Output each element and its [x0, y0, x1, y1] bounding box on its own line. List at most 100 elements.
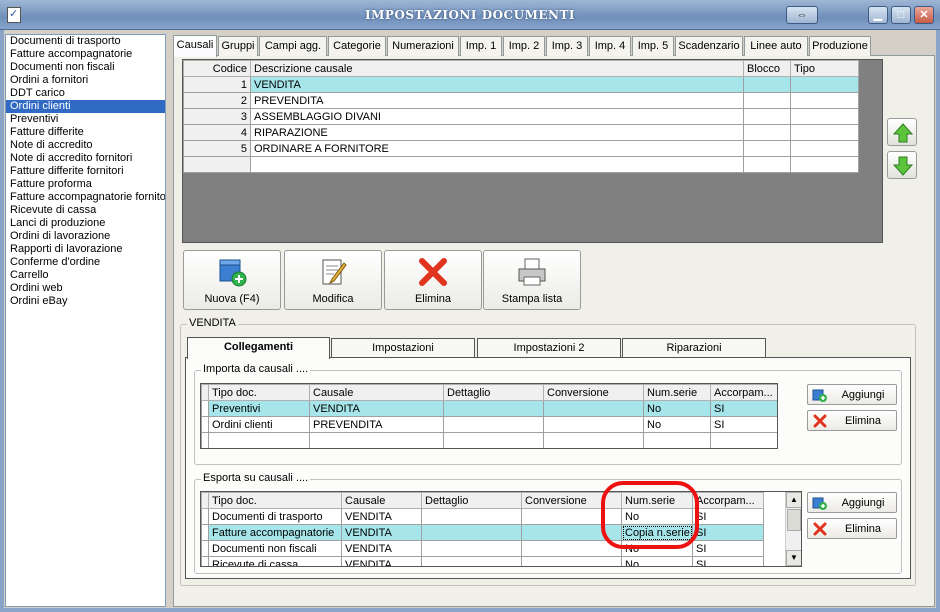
- esporta-cell-accorpam[interactable]: SI: [692, 508, 764, 525]
- tab-scadenzario[interactable]: Scadenzario: [675, 36, 743, 56]
- importa-cell-tipo[interactable]: Preventivi: [208, 400, 310, 417]
- esporta-scrollbar[interactable]: ▲ ▼: [785, 492, 801, 566]
- esporta-cell-dettaglio[interactable]: [421, 540, 522, 557]
- esporta-cell-dettaglio[interactable]: [421, 524, 522, 541]
- doc-list-item-documenti-di-trasporto[interactable]: Documenti di trasporto: [6, 35, 165, 48]
- esporta-cell-conversione[interactable]: [521, 508, 622, 525]
- causali-cell-descrizione[interactable]: PREVENDITA: [250, 92, 744, 109]
- esporta-cell-dettaglio[interactable]: [421, 508, 522, 525]
- col-header-blocco[interactable]: Blocco: [743, 60, 791, 77]
- doc-list-item-fatture-differite-fornitori[interactable]: Fatture differite fornitori: [6, 165, 165, 178]
- esporta-header-accorpam[interactable]: Accorpam...: [692, 492, 764, 509]
- causali-cell-tipo[interactable]: [790, 108, 859, 125]
- col-header-codice[interactable]: Codice: [183, 60, 251, 77]
- causali-cell-tipo[interactable]: [790, 140, 859, 157]
- doc-list-item-ordini-clienti[interactable]: Ordini clienti: [6, 100, 165, 113]
- causali-row[interactable]: 3 ASSEMBLAGGIO DIVANI: [183, 108, 859, 125]
- esporta-cell-tipo[interactable]: Documenti non fiscali: [208, 540, 342, 557]
- causali-cell-blocco[interactable]: [743, 92, 791, 109]
- importa-cell-causale[interactable]: VENDITA: [309, 400, 444, 417]
- doc-list-item-carrello[interactable]: Carrello: [6, 269, 165, 282]
- tab-campi-agg[interactable]: Campi agg.: [259, 36, 327, 56]
- esporta-cell-accorpam[interactable]: SI: [692, 540, 764, 557]
- tab-causali[interactable]: Causali: [173, 35, 217, 57]
- col-header-tipo[interactable]: Tipo: [790, 60, 859, 77]
- causali-cell-codice[interactable]: 4: [183, 124, 251, 141]
- doc-list-item-note-di-accredito[interactable]: Note di accredito: [6, 139, 165, 152]
- importa-cell-conversione[interactable]: [543, 400, 644, 417]
- importa-grid[interactable]: Tipo doc. Causale Dettaglio Conversione …: [200, 383, 778, 449]
- causali-cell-tipo[interactable]: [790, 124, 859, 141]
- esporta-row[interactable]: Documenti di trasporto VENDITA No SI: [201, 508, 764, 525]
- causali-cell-blocco[interactable]: [743, 76, 791, 93]
- print-list-button[interactable]: Stampa lista: [483, 250, 581, 310]
- tab-linee-auto[interactable]: Linee auto: [744, 36, 808, 56]
- importa-add-button[interactable]: Aggiungi: [807, 384, 897, 405]
- esporta-row[interactable]: Fatture accompagnatorie VENDITA Copia n.se…: [201, 524, 764, 541]
- move-down-button[interactable]: [887, 151, 917, 179]
- esporta-header-numserie[interactable]: Num.serie: [621, 492, 693, 509]
- causali-cell-descrizione[interactable]: ASSEMBLAGGIO DIVANI: [250, 108, 744, 125]
- importa-header-tipo[interactable]: Tipo doc.: [208, 384, 310, 401]
- close-button[interactable]: ✕: [914, 6, 934, 24]
- importa-row[interactable]: Ordini clienti PREVENDITA No SI: [201, 416, 777, 433]
- subtab-collegamenti[interactable]: Collegamenti: [187, 337, 330, 359]
- importa-cell-tipo[interactable]: Ordini clienti: [208, 416, 310, 433]
- esporta-cell-accorpam[interactable]: SI: [692, 556, 764, 566]
- esporta-cell-causale[interactable]: VENDITA: [341, 524, 422, 541]
- importa-cell-accorpam[interactable]: SI: [710, 400, 777, 417]
- causali-cell-descrizione[interactable]: RIPARAZIONE: [250, 124, 744, 141]
- tab-imp-5[interactable]: Imp. 5: [632, 36, 674, 56]
- causali-cell-codice[interactable]: 3: [183, 108, 251, 125]
- importa-header-causale[interactable]: Causale: [309, 384, 444, 401]
- esporta-cell-conversione[interactable]: [521, 540, 622, 557]
- esporta-cell-conversione[interactable]: [521, 556, 622, 566]
- causali-cell-blocco[interactable]: [743, 140, 791, 157]
- scroll-down-icon[interactable]: ▼: [786, 550, 801, 566]
- document-type-list[interactable]: Documenti di trasporto Fatture accompagna…: [5, 34, 166, 607]
- tab-numerazioni[interactable]: Numerazioni: [387, 36, 459, 56]
- esporta-cell-causale[interactable]: VENDITA: [341, 556, 422, 566]
- esporta-cell-tipo[interactable]: Fatture accompagnatorie: [208, 524, 342, 541]
- causali-cell-blocco[interactable]: [743, 108, 791, 125]
- causali-cell-codice[interactable]: 2: [183, 92, 251, 109]
- tab-produzione[interactable]: Produzione: [809, 36, 871, 56]
- esporta-header-conversione[interactable]: Conversione: [521, 492, 622, 509]
- causali-cell-blocco[interactable]: [743, 124, 791, 141]
- tab-imp-2[interactable]: Imp. 2: [503, 36, 545, 56]
- importa-cell-causale[interactable]: PREVENDITA: [309, 416, 444, 433]
- importa-delete-button[interactable]: Elimina: [807, 410, 897, 431]
- col-header-descrizione[interactable]: Descrizione causale: [250, 60, 744, 77]
- doc-list-item-ddt-carico[interactable]: DDT carico: [6, 87, 165, 100]
- importa-row[interactable]: Preventivi VENDITA No SI: [201, 400, 777, 417]
- swap-window-button[interactable]: ⇔: [786, 6, 818, 24]
- doc-list-item-ordini-ebay[interactable]: Ordini eBay: [6, 295, 165, 308]
- doc-list-item-fatture-proforma[interactable]: Fatture proforma: [6, 178, 165, 191]
- causali-row[interactable]: 1 VENDITA: [183, 76, 859, 93]
- esporta-cell-conversione[interactable]: [521, 524, 622, 541]
- doc-list-item-documenti-non-fiscali[interactable]: Documenti non fiscali: [6, 61, 165, 74]
- importa-cell-dettaglio[interactable]: [443, 400, 544, 417]
- doc-list-item-ordini-a-fornitori[interactable]: Ordini a fornitori: [6, 74, 165, 87]
- doc-list-item-rapporti-di-lavorazione[interactable]: Rapporti di lavorazione: [6, 243, 165, 256]
- importa-header-numserie[interactable]: Num.serie: [643, 384, 711, 401]
- doc-list-item-ricevute-di-cassa[interactable]: Ricevute di cassa: [6, 204, 165, 217]
- tab-gruppi[interactable]: Gruppi: [218, 36, 258, 56]
- importa-header-conversione[interactable]: Conversione: [543, 384, 644, 401]
- importa-header-accorpam[interactable]: Accorpam...: [710, 384, 777, 401]
- importa-cell-dettaglio[interactable]: [443, 416, 544, 433]
- esporta-cell-tipo[interactable]: Ricevute di cassa: [208, 556, 342, 566]
- doc-list-item-conferme-d-ordine[interactable]: Conferme d'ordine: [6, 256, 165, 269]
- esporta-grid[interactable]: Tipo doc. Causale Dettaglio Conversione …: [200, 491, 802, 567]
- doc-list-item-fatture-accompagnatorie[interactable]: Fatture accompagnatorie: [6, 48, 165, 61]
- importa-header-dettaglio[interactable]: Dettaglio: [443, 384, 544, 401]
- subtab-riparazioni[interactable]: Riparazioni: [622, 338, 766, 357]
- esporta-cell-numserie[interactable]: No: [621, 556, 693, 566]
- scroll-thumb[interactable]: [787, 509, 801, 531]
- esporta-cell-causale[interactable]: VENDITA: [341, 508, 422, 525]
- esporta-delete-button[interactable]: Elimina: [807, 518, 897, 539]
- esporta-header-tipo[interactable]: Tipo doc.: [208, 492, 342, 509]
- esporta-cell-causale[interactable]: VENDITA: [341, 540, 422, 557]
- importa-cell-conversione[interactable]: [543, 416, 644, 433]
- causali-cell-tipo[interactable]: [790, 92, 859, 109]
